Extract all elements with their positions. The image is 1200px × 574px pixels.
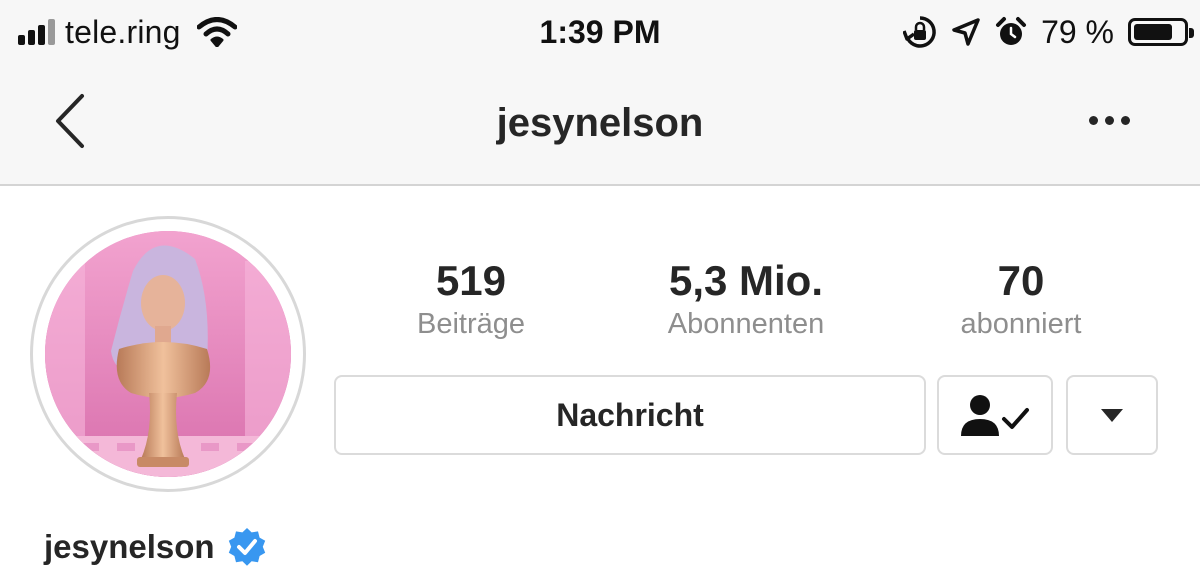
- nav-bar: jesynelson: [0, 62, 1200, 186]
- stat-posts-label: Beiträge: [416, 308, 525, 340]
- stat-followers-label: Abonnenten: [667, 308, 825, 340]
- verified-badge-icon: [228, 528, 265, 566]
- battery-percent: 79 %: [1041, 13, 1114, 50]
- avatar-image: [45, 231, 291, 477]
- stat-following-value: 70: [997, 257, 1045, 304]
- avatar[interactable]: [45, 231, 291, 477]
- message-button[interactable]: Nachricht: [334, 375, 926, 455]
- stat-followers[interactable]: 5,3 Mio. Abonnenten: [616, 256, 876, 342]
- caret-down-icon: [1101, 409, 1123, 422]
- battery-icon: [1128, 18, 1194, 46]
- more-horizontal-icon[interactable]: [1089, 116, 1130, 125]
- profile-name-row: jesynelson: [44, 522, 267, 572]
- status-bar-right: 79 %: [903, 10, 1194, 54]
- alarm-icon: [996, 17, 1027, 45]
- person-check-icon: [961, 395, 1029, 436]
- stat-followers-value: 5,3 Mio.: [668, 257, 824, 304]
- status-bar: tele.ring 1:39 PM 79 %: [0, 0, 1200, 62]
- stat-following[interactable]: 70 abonniert: [891, 256, 1151, 342]
- stat-posts[interactable]: 519 Beiträge: [341, 256, 601, 342]
- stat-following-label: abonniert: [960, 308, 1082, 340]
- suggestions-dropdown-button[interactable]: [1066, 375, 1158, 455]
- location-arrow-icon: [952, 18, 980, 46]
- page-title: jesynelson: [496, 101, 704, 145]
- profile-username: jesynelson: [44, 528, 215, 565]
- following-button[interactable]: [937, 375, 1053, 455]
- orientation-lock-icon: [903, 16, 936, 48]
- battery-fill: [1134, 24, 1172, 40]
- stat-posts-value: 519: [435, 257, 507, 304]
